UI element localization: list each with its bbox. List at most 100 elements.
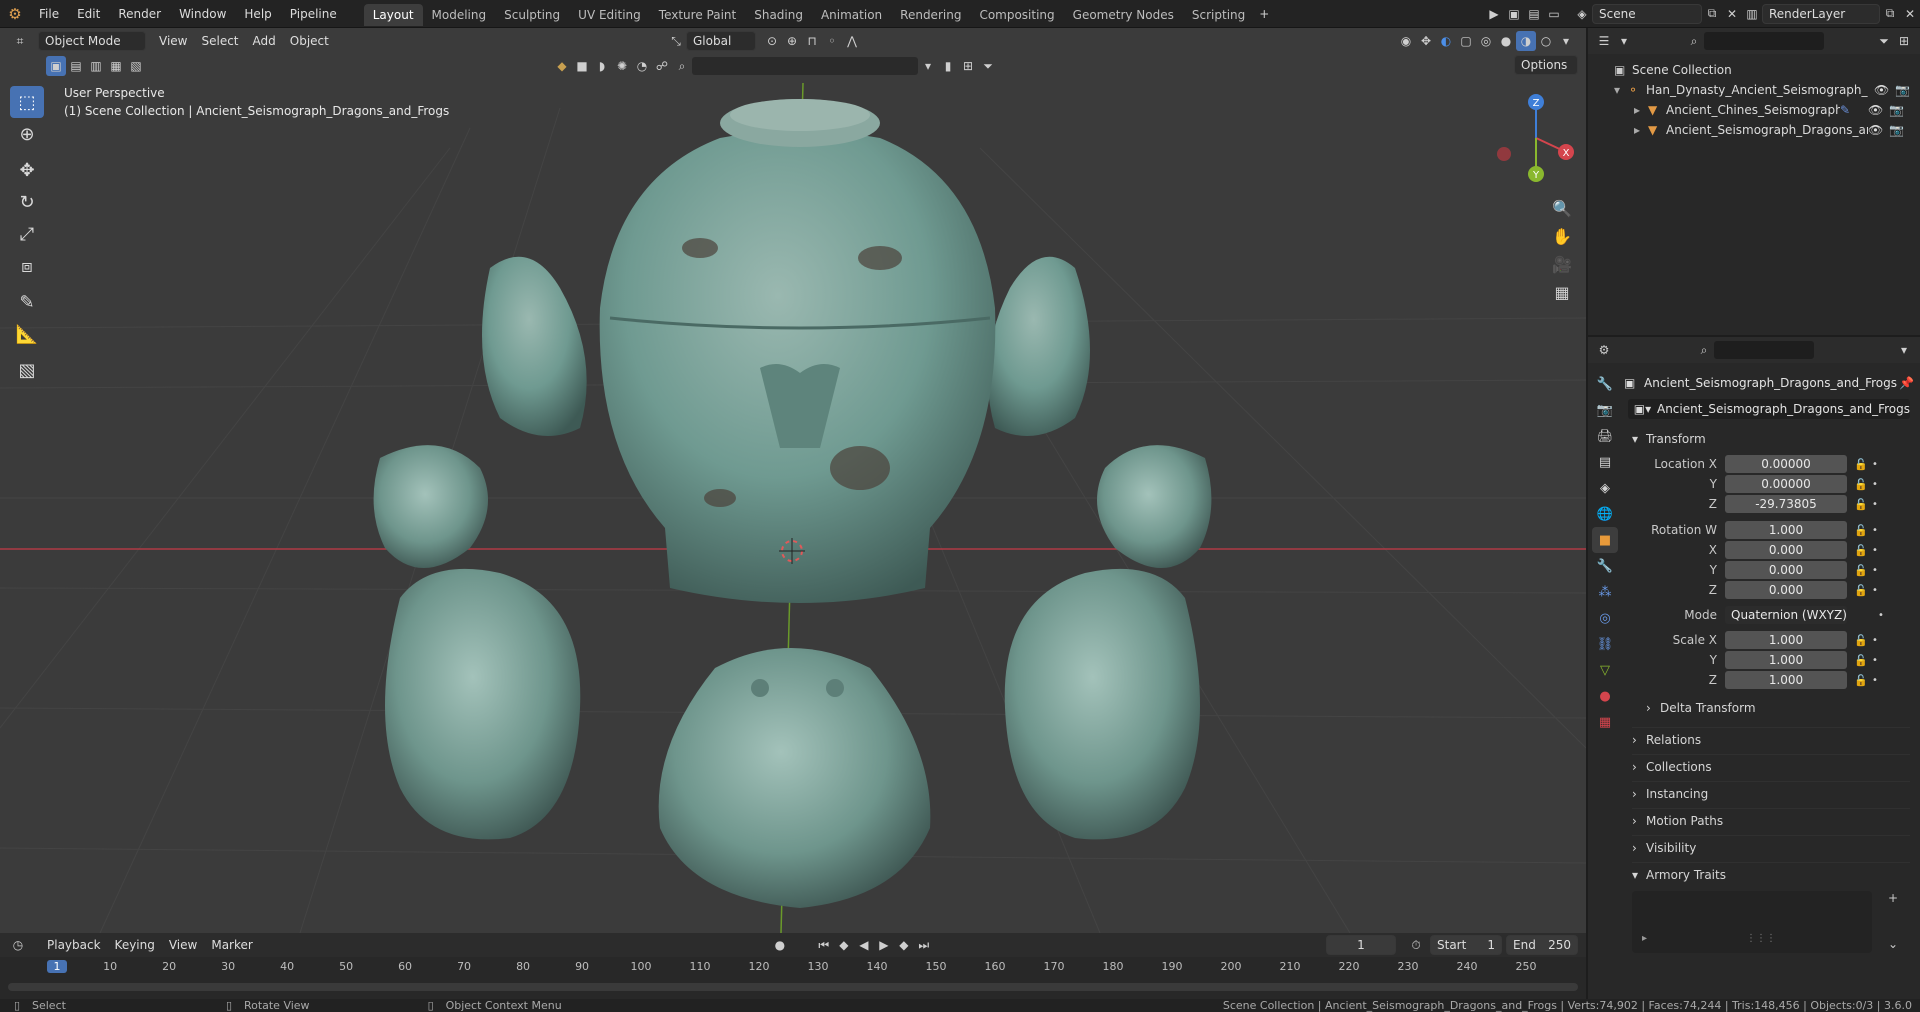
tab-modeling[interactable]: Modeling [423, 4, 496, 26]
lock-icon[interactable]: 🔓 [1853, 458, 1869, 471]
scale-z-field[interactable]: 1.000 [1725, 671, 1847, 689]
tab-animation[interactable]: Animation [812, 4, 891, 26]
tab-uv-editing[interactable]: UV Editing [569, 4, 650, 26]
search-icon[interactable]: ⌕ [672, 56, 692, 76]
gizmo-icon[interactable]: ✥ [1416, 31, 1436, 51]
orientation-selector[interactable]: Global [686, 31, 756, 51]
render-camera-icon[interactable]: 📷 [1895, 83, 1910, 97]
eye-icon[interactable]: 👁 [1868, 123, 1883, 137]
snap-icon[interactable]: ⊕ [782, 31, 802, 51]
jump-start-icon[interactable]: ⏮ [814, 935, 834, 955]
datablock-field[interactable]: ▣▾ Ancient_Seismograph_Dragons_and_Frogs [1628, 399, 1910, 419]
menu-keying[interactable]: Keying [108, 934, 162, 956]
select-subtract-icon[interactable]: ▥ [86, 56, 106, 76]
filter-camera-icon[interactable]: ◔ [632, 56, 652, 76]
keyframe-dot-icon[interactable]: • [1869, 479, 1881, 490]
lock-icon[interactable]: 🔓 [1853, 674, 1869, 687]
3d-viewport[interactable]: ⌗ Object Mode View Select Add Object ◉ ✥… [0, 28, 1586, 933]
render-animation-icon[interactable]: ▤ [1524, 4, 1544, 24]
keyframe-dot-icon[interactable]: • [1869, 525, 1881, 536]
pan-hand-icon[interactable]: ✋ [1547, 222, 1577, 250]
solid-shading-icon[interactable]: ● [1496, 31, 1516, 51]
editor-type-icon[interactable]: ⌗ [10, 31, 30, 51]
tree-root[interactable]: ▣ Scene Collection [1588, 60, 1920, 80]
tab-geometry-nodes[interactable]: Geometry Nodes [1064, 4, 1183, 26]
armory-traits-list[interactable]: ▸ ⋮⋮⋮ [1632, 891, 1872, 953]
lock-icon[interactable]: 🔓 [1853, 654, 1869, 667]
lock-icon[interactable]: 🔓 [1853, 634, 1869, 647]
menu-window[interactable]: Window [170, 0, 235, 28]
lock-icon[interactable]: 🔓 [1853, 584, 1869, 597]
scene-selector[interactable]: Scene [1592, 3, 1702, 24]
filter-curve-icon[interactable]: ◗ [592, 56, 612, 76]
keyframe-dot-icon[interactable]: • [1869, 635, 1881, 646]
delta-transform-header[interactable]: › Delta Transform [1646, 698, 1756, 718]
auto-key-icon[interactable]: ● [770, 935, 790, 955]
tree-item-han-dynasty[interactable]: ▾ ⚬ Han_Dynasty_Ancient_Seismograph_wil … [1588, 80, 1920, 100]
add-cube-tool[interactable]: ▧ [10, 354, 44, 386]
eye-icon[interactable]: 👁 [1868, 103, 1883, 117]
rotation-w-field[interactable]: 1.000 [1725, 521, 1847, 539]
menu-view[interactable]: View [152, 30, 194, 52]
rotation-x-field[interactable]: 0.000 [1725, 541, 1847, 559]
play-reverse-icon[interactable]: ◀ [854, 935, 874, 955]
keyframe-dot-icon[interactable]: • [1869, 459, 1881, 470]
tab-texture-paint[interactable]: Texture Paint [650, 4, 745, 26]
menu-edit[interactable]: Edit [68, 0, 109, 28]
add-trait-button[interactable]: + [1884, 891, 1902, 909]
timeline-ruler[interactable]: 1 10 20 30 40 50 60 70 80 90 100 110 120 130 140 150 160… [0, 957, 1586, 981]
menu-marker[interactable]: Marker [204, 934, 259, 956]
output-tab-icon[interactable]: 🖨 [1592, 423, 1618, 449]
viewport-search-input[interactable] [692, 57, 918, 75]
menu-select[interactable]: Select [194, 30, 245, 52]
outliner-editor-icon[interactable]: ☰ [1594, 31, 1614, 51]
orientation-icon[interactable]: ⤡ [666, 31, 686, 51]
scale-y-field[interactable]: 1.000 [1725, 651, 1847, 669]
motion-paths-panel-header[interactable]: › Motion Paths [1632, 808, 1910, 832]
list-expand-icon[interactable]: ▸ [1642, 933, 1647, 944]
keyframe-dot-icon[interactable]: • [1869, 585, 1881, 596]
location-x-field[interactable]: 0.00000 [1725, 455, 1847, 473]
render-image-icon[interactable]: ▣ [1504, 4, 1524, 24]
keyframe-dot-icon[interactable]: • [1869, 545, 1881, 556]
tab-shading[interactable]: Shading [745, 4, 812, 26]
new-scene-icon[interactable]: ⧉ [1702, 4, 1722, 24]
measure-tool[interactable]: 📐 [10, 318, 44, 350]
trait-menu-chevron-icon[interactable]: ⌄ [1884, 937, 1902, 955]
scale-tool[interactable]: ⤢ [10, 218, 44, 250]
end-frame-field[interactable]: End 250 [1506, 935, 1578, 955]
expand-right-icon[interactable]: ▸ [1634, 103, 1648, 117]
keyframe-dot-icon[interactable]: • [1869, 499, 1881, 510]
new-collection-icon[interactable]: ⊞ [1894, 31, 1914, 51]
properties-options-icon[interactable]: ▾ [1894, 340, 1914, 360]
xray-icon[interactable]: ▢ [1456, 31, 1476, 51]
falloff-icon[interactable]: ⋀ [842, 31, 862, 51]
lock-icon[interactable]: 🔓 [1853, 544, 1869, 557]
location-y-field[interactable]: 0.00000 [1725, 475, 1847, 493]
visibility-icon[interactable]: ◉ [1396, 31, 1416, 51]
start-frame-field[interactable]: Start 1 [1430, 935, 1502, 955]
annotate-tool[interactable]: ✎ [10, 286, 44, 318]
rendered-shading-icon[interactable]: ○ [1536, 31, 1556, 51]
material-shading-icon[interactable]: ◑ [1516, 31, 1536, 51]
filter-light-icon[interactable]: ✺ [612, 56, 632, 76]
lock-icon[interactable]: 🔓 [1853, 564, 1869, 577]
filter-icon[interactable]: ⏷ [978, 56, 998, 76]
ortho-grid-icon[interactable]: ▦ [1547, 278, 1577, 306]
datablock-icon[interactable]: ▣▾ [1628, 402, 1657, 416]
tab-compositing[interactable]: Compositing [970, 4, 1063, 26]
menu-object[interactable]: Object [283, 30, 336, 52]
tab-rendering[interactable]: Rendering [891, 4, 970, 26]
jump-end-icon[interactable]: ⏭ [914, 935, 934, 955]
seismograph-model[interactable] [373, 99, 1212, 908]
outliner-filter-icon[interactable]: ⏷ [1874, 31, 1894, 51]
visibility-panel-header[interactable]: › Visibility [1632, 835, 1910, 859]
tree-item-chines-seismograph[interactable]: ▸ ▼ Ancient_Chines_Seismograph ✎ 👁 📷 [1588, 100, 1920, 120]
filter-other-icon[interactable]: ☍ [652, 56, 672, 76]
current-frame-field[interactable]: 1 [1326, 935, 1396, 955]
prev-keyframe-icon[interactable]: ◆ [834, 935, 854, 955]
delete-scene-icon[interactable]: ✕ [1722, 4, 1742, 24]
proportional-edit-icon[interactable]: ◦ [822, 31, 842, 51]
blender-logo-icon[interactable]: ⚙ [0, 4, 30, 24]
keyframe-dot-icon[interactable]: • [1869, 675, 1881, 686]
